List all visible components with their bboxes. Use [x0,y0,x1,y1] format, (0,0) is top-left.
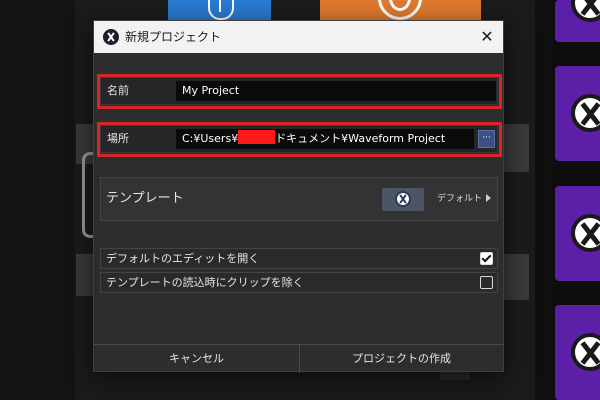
redacted-username [238,130,276,144]
project-location-input[interactable]: C:¥Users¥ ドキュメント¥Waveform Project [176,129,474,149]
name-label: 名前 [107,84,129,97]
close-button[interactable]: ✕ [475,25,499,49]
background-side-button[interactable] [76,254,93,296]
background-side-button[interactable] [503,254,529,300]
location-label: 場所 [107,132,129,145]
project-tile[interactable] [555,0,600,42]
waveform-app-icon [103,29,119,45]
background-scrollbar[interactable] [535,0,553,400]
name-row: 名前 My Project [100,77,498,105]
remove-clips-option[interactable]: テンプレートの読込時にクリップを除く [100,272,498,293]
dialog-footer: キャンセル プロジェクトの作成 [94,344,503,373]
location-path-prefix: C:¥Users¥ [182,132,239,145]
background-left-panel [0,0,75,400]
waveform-logo-icon [571,94,600,132]
guitar-icon [208,0,234,20]
waveform-logo-icon [571,0,600,22]
open-default-edit-option[interactable]: デフォルトのエディットを開く [100,248,498,269]
project-tile[interactable] [555,186,600,281]
background-bottom-button[interactable] [440,372,470,380]
dialog-title: 新規プロジェクト [125,30,222,44]
project-name-value: My Project [182,84,240,97]
location-row: 場所 C:¥Users¥ ドキュメント¥Waveform Project ··· [100,125,498,153]
open-default-edit-label: デフォルトのエディットを開く [106,252,260,265]
new-project-dialog: 新規プロジェクト ✕ 名前 My Project 場所 C:¥Users¥ ドキュ… [93,20,504,373]
dialog-titlebar[interactable]: 新規プロジェクト ✕ [94,21,503,53]
template-selector[interactable]: テンプレート デフォルト [100,177,498,221]
remove-clips-label: テンプレートの読込時にクリップを除く [106,276,304,289]
chevron-right-icon [486,194,491,202]
waveform-logo-icon [571,214,600,252]
waveform-logo-icon [571,333,600,371]
cancel-button[interactable]: キャンセル [94,345,300,373]
template-thumbnail [382,188,424,211]
template-thumbnail-speaker[interactable] [320,0,481,22]
template-label: テンプレート [106,191,184,206]
close-icon: ✕ [480,27,494,46]
speaker-icon [378,0,422,20]
project-tile[interactable] [555,305,600,400]
background-side-button[interactable] [503,124,529,172]
project-name-input[interactable]: My Project [176,81,496,101]
project-tile[interactable] [555,66,600,161]
create-project-button[interactable]: プロジェクトの作成 [300,345,503,373]
remove-clips-checkbox[interactable] [480,276,493,289]
template-selected-name: デフォルト [437,194,483,204]
waveform-logo-icon [395,191,411,207]
location-path-suffix: ドキュメント¥Waveform Project [275,132,446,145]
template-thumbnail-guitar[interactable] [168,0,271,22]
open-default-edit-checkbox[interactable] [480,252,493,265]
browse-button[interactable]: ··· [478,130,495,148]
